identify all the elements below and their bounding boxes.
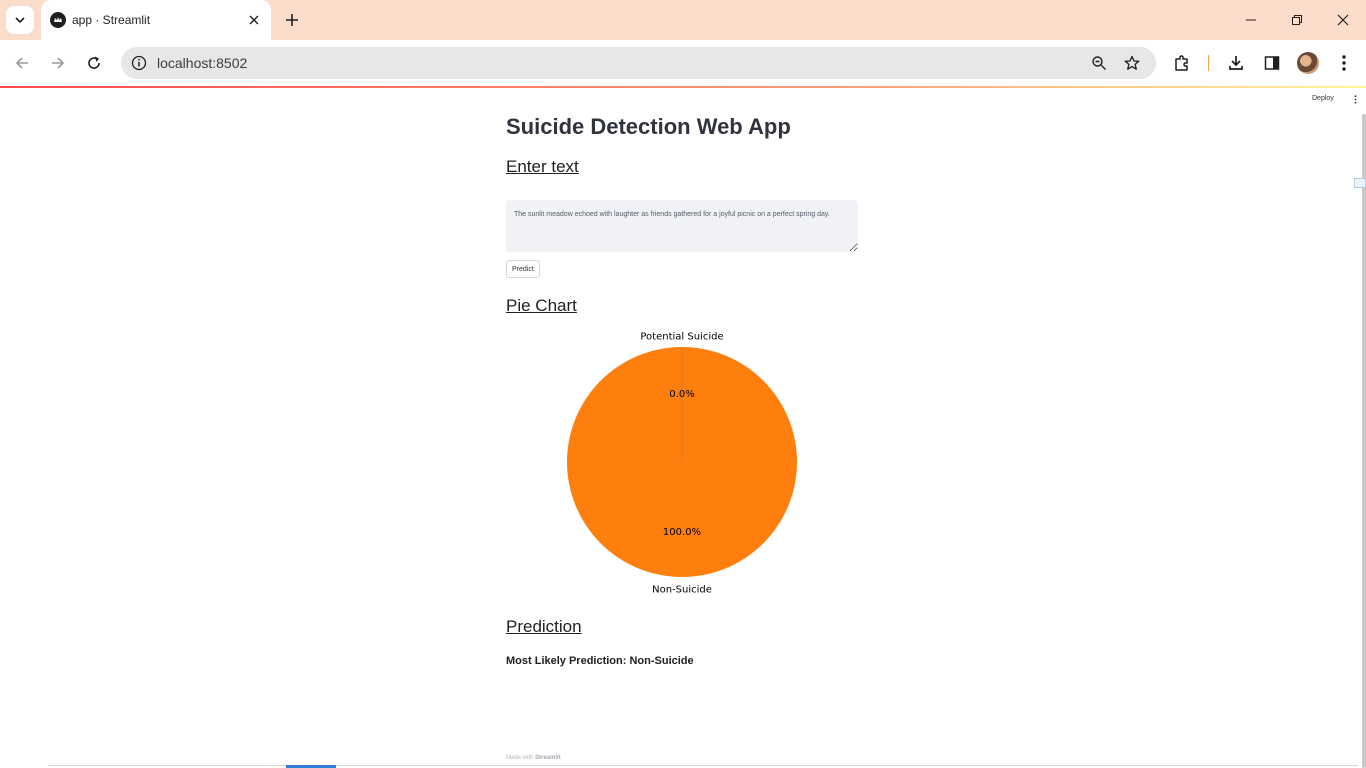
close-icon: [1337, 14, 1349, 26]
pie-percent-label: 100.0%: [663, 527, 701, 538]
address-bar[interactable]: localhost:8502: [121, 47, 1156, 79]
chevron-down-icon: [15, 17, 25, 24]
prediction-heading: Prediction: [506, 617, 582, 636]
browser-tab[interactable]: app · Streamlit: [41, 0, 271, 40]
sidebar-collapse-icon[interactable]: [1354, 178, 1366, 188]
back-button[interactable]: [10, 51, 34, 75]
restore-icon: [1292, 15, 1302, 25]
side-panel-icon[interactable]: [1260, 51, 1284, 75]
streamlit-decoration-bar: [0, 86, 1366, 88]
reload-button[interactable]: [82, 51, 106, 75]
enter-text-heading: Enter text: [506, 157, 579, 176]
pie-chart-heading: Pie Chart: [506, 296, 577, 315]
text-input-area[interactable]: [506, 200, 858, 252]
pie-percent-label: 0.0%: [669, 389, 694, 400]
page-title: Suicide Detection Web App: [506, 114, 791, 139]
pie-chart: 0.0% Potential Suicide 100.0% Non-Suicide: [567, 332, 797, 596]
url-text: localhost:8502: [157, 55, 248, 71]
deploy-button[interactable]: Deploy: [1312, 95, 1334, 102]
bottom-border: [48, 765, 1358, 766]
predict-button[interactable]: Predict: [506, 260, 540, 278]
prediction-result: Most Likely Prediction: Non-Suicide: [506, 655, 694, 667]
footer-streamlit-link[interactable]: Streamlit: [535, 755, 561, 761]
profile-avatar[interactable]: [1297, 52, 1319, 74]
minimize-icon: [1246, 19, 1256, 21]
restore-button[interactable]: [1274, 0, 1320, 40]
minimize-button[interactable]: [1228, 0, 1274, 40]
toolbar-separator: [1208, 55, 1209, 71]
download-icon[interactable]: [1224, 51, 1248, 75]
streamlit-favicon-icon: [50, 12, 66, 28]
app-menu-icon[interactable]: [1350, 93, 1360, 105]
pie-category-label: Non-Suicide: [652, 585, 712, 596]
tab-close-icon[interactable]: [246, 12, 262, 28]
new-tab-button[interactable]: [282, 10, 302, 30]
footer: Made with Streamlit: [506, 755, 561, 761]
arrow-left-icon: [15, 57, 28, 69]
tab-search-button[interactable]: [6, 6, 34, 34]
extensions-icon[interactable]: [1170, 51, 1194, 75]
tab-title: app · Streamlit: [72, 13, 151, 27]
page-scrollbar[interactable]: [1362, 114, 1366, 768]
footer-prefix: Made with: [506, 755, 534, 761]
site-info-icon[interactable]: [129, 53, 149, 73]
close-window-button[interactable]: [1320, 0, 1366, 40]
browser-menu-icon[interactable]: [1332, 51, 1356, 75]
pie-category-label: Potential Suicide: [640, 332, 723, 343]
forward-button[interactable]: [46, 51, 70, 75]
plus-icon: [286, 14, 298, 26]
bookmark-star-icon[interactable]: [1122, 53, 1142, 73]
zoom-icon[interactable]: [1089, 53, 1109, 73]
arrow-right-icon: [52, 57, 65, 69]
reload-icon: [88, 56, 100, 69]
